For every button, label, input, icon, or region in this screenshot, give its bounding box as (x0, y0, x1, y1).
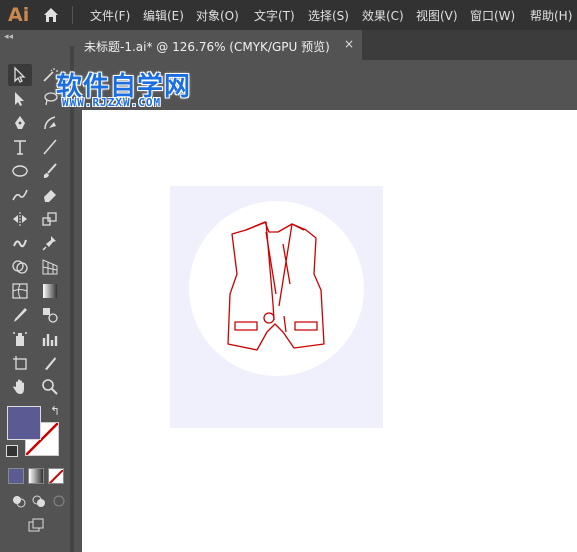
panel-collapse-button[interactable]: ◂◂ (4, 32, 13, 42)
color-mode-icon[interactable] (8, 468, 24, 484)
paintbrush-tool-icon[interactable] (38, 160, 62, 182)
fill-color-swatch[interactable] (7, 406, 41, 440)
blend-tool-icon[interactable] (38, 304, 62, 326)
home-icon[interactable] (42, 6, 60, 24)
menu-window[interactable]: 窗口(W) (470, 7, 515, 24)
app-logo: Ai (8, 4, 30, 26)
column-graph-tool-icon[interactable] (38, 328, 62, 350)
direct-selection-tool-icon[interactable] (8, 88, 32, 110)
mesh-tool-icon[interactable] (8, 280, 32, 302)
pen-tool-icon[interactable] (8, 112, 32, 134)
draw-inside-icon[interactable] (47, 490, 71, 512)
screen-mode-icon[interactable] (24, 514, 48, 536)
document-tab-title: 未标题-1.ai* @ 126.76% (CMYK/GPU 预览) (84, 40, 330, 54)
menu-type[interactable]: 文字(T) (254, 7, 295, 24)
gradient-mode-icon[interactable] (28, 468, 44, 484)
watermark: 软件自学网 WWW.RJZXW.COM (56, 66, 206, 114)
scale-tool-icon[interactable] (38, 208, 62, 230)
zoom-tool-icon[interactable] (38, 376, 62, 398)
menu-effect[interactable]: 效果(C) (362, 7, 404, 24)
vest-icon[interactable] (220, 216, 330, 356)
reflect-tool-icon[interactable] (8, 208, 32, 230)
curvature-tool-icon[interactable] (38, 112, 62, 134)
menu-select[interactable]: 选择(S) (308, 7, 349, 24)
document-tab[interactable]: 未标题-1.ai* @ 126.76% (CMYK/GPU 预览) × (76, 30, 362, 60)
menu-object[interactable]: 对象(O) (196, 7, 239, 24)
gradient-tool-icon[interactable] (38, 280, 62, 302)
ellipse-tool-icon[interactable] (8, 160, 32, 182)
menu-separator (72, 6, 73, 24)
warp-tool-icon[interactable] (8, 232, 32, 254)
document-tab-bar: 未标题-1.ai* @ 126.76% (CMYK/GPU 预览) × (76, 30, 577, 60)
menu-view[interactable]: 视图(V) (416, 7, 458, 24)
selection-tool-icon[interactable] (8, 64, 32, 86)
line-tool-icon[interactable] (38, 136, 62, 158)
none-mode-icon[interactable] (48, 468, 64, 484)
shaper-tool-icon[interactable] (8, 184, 32, 206)
default-colors-icon[interactable] (6, 445, 18, 457)
menu-bar: Ai 文件(F) 编辑(E) 对象(O) 文字(T) 选择(S) 效果(C) 视… (0, 0, 577, 30)
slice-tool-icon[interactable] (38, 352, 62, 374)
tab-close-button[interactable]: × (344, 37, 354, 51)
hand-tool-icon[interactable] (8, 376, 32, 398)
eraser-tool-icon[interactable] (38, 184, 62, 206)
menu-file[interactable]: 文件(F) (90, 7, 130, 24)
eyedropper-tool-icon[interactable] (8, 304, 32, 326)
shape-builder-tool-icon[interactable] (8, 256, 32, 278)
swap-colors-icon[interactable]: ↰ (50, 404, 60, 418)
type-tool-icon[interactable] (8, 136, 32, 158)
symbol-sprayer-tool-icon[interactable] (8, 328, 32, 350)
perspective-grid-tool-icon[interactable] (38, 256, 62, 278)
menu-help[interactable]: 帮助(H) (530, 7, 572, 24)
watermark-url: WWW.RJZXW.COM (62, 96, 162, 109)
puppet-warp-tool-icon[interactable] (38, 232, 62, 254)
artboard-tool-icon[interactable] (8, 352, 32, 374)
menu-edit[interactable]: 编辑(E) (143, 7, 184, 24)
